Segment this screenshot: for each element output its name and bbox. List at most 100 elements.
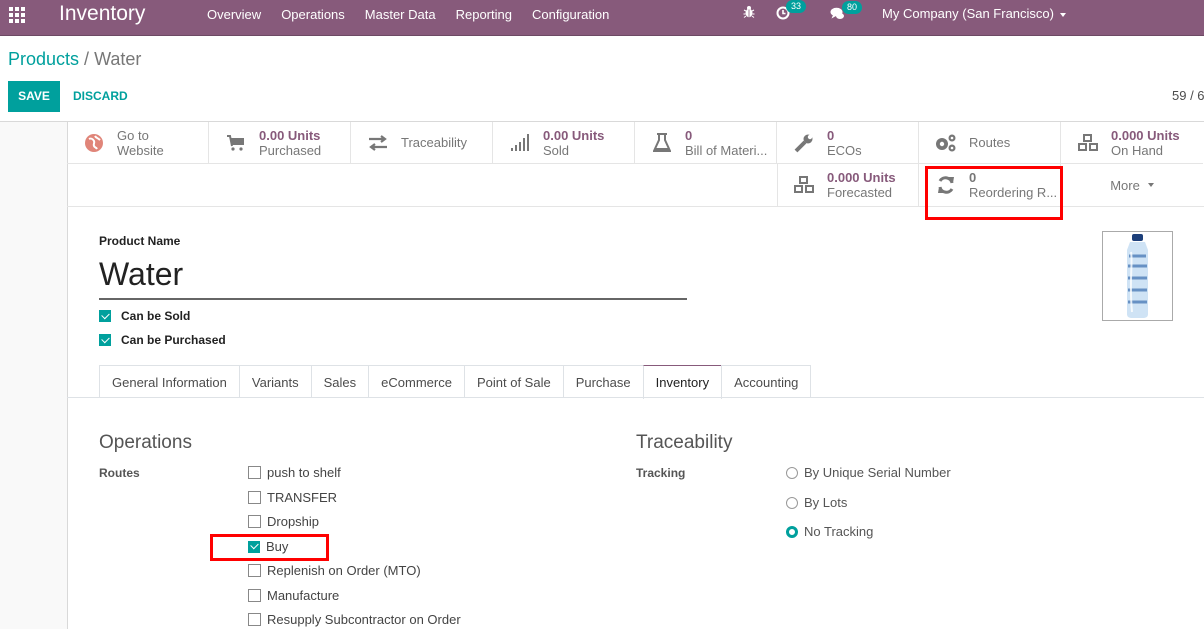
units-forecasted-button[interactable]: 0.000 Units Forecasted	[777, 164, 919, 206]
menu-configuration[interactable]: Configuration	[532, 7, 609, 22]
apps-menu-icon[interactable]	[9, 7, 25, 23]
units-purchased-button[interactable]: 0.00 Units Purchased	[209, 122, 351, 164]
route-transfer[interactable]: TRANSFER	[248, 490, 337, 505]
globe-icon	[81, 133, 107, 153]
bill-of-materials-button[interactable]: 0 Bill of Materi...	[635, 122, 777, 164]
menu-reporting[interactable]: Reporting	[456, 7, 512, 22]
radio-label: By Lots	[804, 495, 848, 510]
tab-ecommerce[interactable]: eCommerce	[368, 365, 465, 398]
highlight-reordering-rules	[925, 166, 1063, 220]
can-be-sold-checkbox[interactable]	[99, 310, 111, 322]
smart-button-label: ECOs	[827, 142, 862, 158]
main-menu: Overview Operations Master Data Reportin…	[207, 0, 629, 28]
breadcrumb-products[interactable]: Products	[8, 49, 79, 69]
messages-chat-icon[interactable]: 80	[830, 1, 863, 23]
form-background	[0, 121, 67, 629]
smart-button-label: Forecasted	[827, 185, 893, 200]
product-image[interactable]	[1102, 231, 1173, 321]
notebook-tabs: General Information Variants Sales eComm…	[99, 365, 812, 399]
route-label: Replenish on Order (MTO)	[267, 563, 421, 578]
smart-button-value: 0.000 Units	[827, 170, 896, 185]
traceability-button[interactable]: Traceability	[351, 122, 493, 164]
more-label: More	[1110, 177, 1140, 193]
route-checkbox[interactable]	[248, 515, 261, 528]
smart-button-value: 0.00 Units	[543, 127, 605, 143]
tab-divider	[67, 397, 1204, 398]
activity-count-badge: 33	[786, 0, 807, 13]
caret-down-icon	[1147, 183, 1154, 187]
route-checkbox[interactable]	[248, 589, 261, 602]
route-label: push to shelf	[267, 465, 341, 480]
route-label: Manufacture	[267, 588, 340, 603]
tab-variants[interactable]: Variants	[238, 365, 312, 398]
divider	[777, 164, 778, 206]
discard-button[interactable]: DISCARD	[73, 81, 128, 112]
ecos-button[interactable]: 0 ECOs	[777, 122, 919, 164]
tab-sales[interactable]: Sales	[310, 365, 370, 398]
routes-button[interactable]: Routes	[919, 122, 1061, 164]
cubes-icon	[1075, 133, 1101, 153]
radio-button[interactable]	[786, 466, 798, 479]
top-navbar: Inventory Overview Operations Master Dat…	[0, 0, 1204, 36]
save-button[interactable]: SAVE	[8, 81, 60, 112]
highlight-buy-route	[210, 534, 329, 561]
can-be-purchased-field[interactable]: Can be Purchased	[99, 333, 226, 347]
cart-icon	[223, 134, 249, 152]
tab-point-of-sale[interactable]: Point of Sale	[463, 365, 564, 398]
menu-master-data[interactable]: Master Data	[365, 7, 436, 22]
tracking-lots-option[interactable]: By Lots	[786, 495, 847, 510]
can-be-sold-field[interactable]: Can be Sold	[99, 309, 190, 323]
menu-overview[interactable]: Overview	[207, 7, 261, 22]
can-be-purchased-checkbox[interactable]	[99, 334, 111, 346]
smart-button-label: On Hand	[1111, 142, 1164, 158]
product-name-input[interactable]: Water	[99, 255, 687, 300]
smart-button-label: Website	[117, 142, 164, 158]
breadcrumb-current: Water	[94, 49, 142, 69]
route-checkbox[interactable]	[248, 491, 261, 504]
tab-accounting[interactable]: Accounting	[721, 365, 812, 398]
smart-button-value: 0.00 Units	[259, 127, 321, 143]
more-button[interactable]: More	[1061, 164, 1203, 206]
radio-button[interactable]	[786, 496, 798, 509]
company-name: My Company (San Francisco)	[882, 6, 1054, 21]
tab-inventory[interactable]: Inventory	[642, 365, 723, 399]
app-title[interactable]: Inventory	[59, 2, 145, 26]
pager-value[interactable]: 59 / 6	[1172, 88, 1204, 103]
company-switcher[interactable]: My Company (San Francisco)	[882, 6, 1066, 21]
activity-clock-icon[interactable]: 33	[776, 0, 807, 23]
operations-group-title: Operations	[99, 432, 192, 453]
route-checkbox[interactable]	[248, 564, 261, 577]
route-resupply-subcontractor[interactable]: Resupply Subcontractor on Order	[248, 612, 461, 627]
smart-button-label: Sold	[543, 142, 570, 158]
smart-button-value: 0	[827, 127, 835, 143]
smart-button-label: Traceability	[401, 135, 467, 150]
product-name-label: Product Name	[99, 234, 181, 248]
route-checkbox[interactable]	[248, 613, 261, 626]
route-manufacture[interactable]: Manufacture	[248, 588, 339, 603]
units-on-hand-button[interactable]: 0.000 Units On Hand	[1061, 122, 1203, 164]
traceability-group-title: Traceability	[636, 432, 733, 453]
signal-icon	[507, 133, 533, 152]
menu-operations[interactable]: Operations	[281, 7, 345, 22]
flask-icon	[649, 132, 675, 153]
smart-button-label: Purchased	[259, 142, 322, 158]
radio-label: By Unique Serial Number	[804, 465, 951, 480]
wrench-icon	[791, 133, 817, 153]
radio-button[interactable]	[786, 525, 798, 538]
can-be-sold-label: Can be Sold	[121, 309, 191, 323]
tracking-none-option[interactable]: No Tracking	[786, 524, 873, 539]
route-dropship[interactable]: Dropship	[248, 514, 319, 529]
routes-label: Routes	[99, 466, 140, 480]
route-label: Resupply Subcontractor on Order	[267, 612, 461, 627]
can-be-purchased-label: Can be Purchased	[121, 333, 226, 347]
tracking-serial-option[interactable]: By Unique Serial Number	[786, 465, 951, 480]
tab-general-information[interactable]: General Information	[99, 365, 240, 398]
debug-bug-icon[interactable]	[743, 5, 755, 21]
units-sold-button[interactable]: 0.00 Units Sold	[493, 122, 635, 164]
tab-purchase[interactable]: Purchase	[562, 365, 644, 398]
go-to-website-button[interactable]: Go to Website	[67, 122, 209, 164]
breadcrumb-separator: /	[84, 49, 90, 69]
route-push-to-shelf[interactable]: push to shelf	[248, 465, 341, 480]
route-replenish-on-order[interactable]: Replenish on Order (MTO)	[248, 563, 421, 578]
route-checkbox[interactable]	[248, 466, 261, 479]
